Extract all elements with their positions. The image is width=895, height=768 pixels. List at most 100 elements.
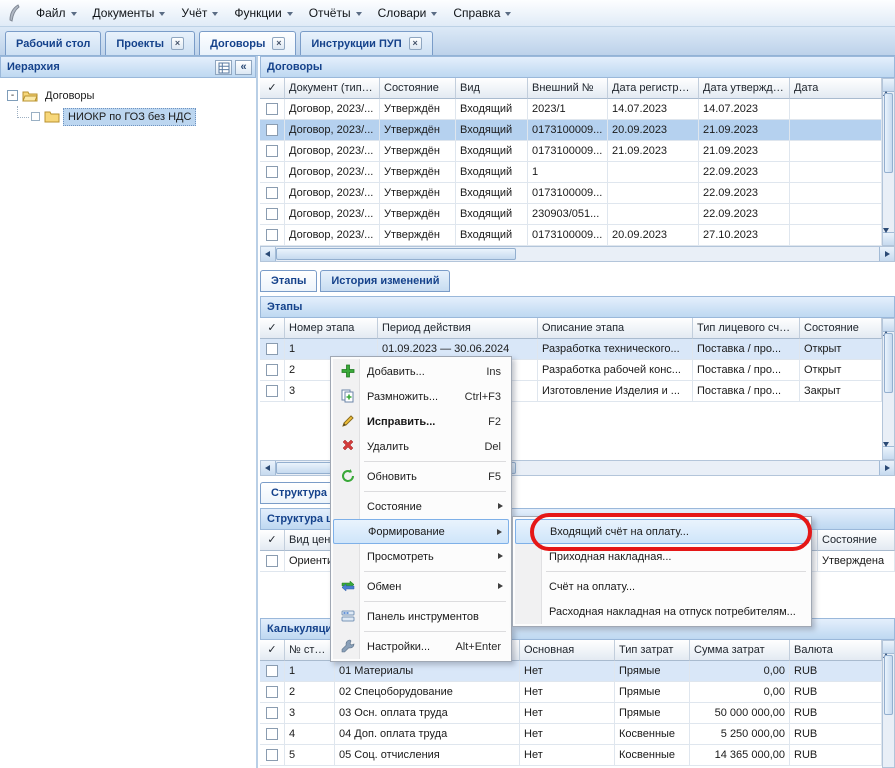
menu-dictionaries[interactable]: Словари bbox=[370, 1, 446, 25]
table-row[interactable]: Договор, 2023/...УтверждёнВходящий230903… bbox=[260, 204, 882, 225]
tab-desktop[interactable]: Рабочий стол bbox=[5, 31, 101, 55]
column-header[interactable]: Состояние bbox=[818, 530, 895, 551]
checkbox[interactable] bbox=[266, 707, 278, 719]
scroll-right-button[interactable] bbox=[879, 247, 894, 261]
close-icon[interactable] bbox=[171, 37, 184, 50]
checkbox[interactable] bbox=[266, 364, 278, 376]
check-column-header[interactable]: ✓ bbox=[260, 530, 285, 551]
column-header[interactable]: Состояние bbox=[800, 318, 882, 339]
menu-item-view[interactable]: Просмотреть bbox=[333, 544, 509, 569]
scrollbar-thumb[interactable] bbox=[884, 655, 893, 715]
scroll-up-button[interactable] bbox=[883, 79, 894, 92]
close-icon[interactable] bbox=[409, 37, 422, 50]
table-row[interactable]: Договор, 2023/...УтверждёнВходящий122.09… bbox=[260, 162, 882, 183]
close-icon[interactable] bbox=[272, 37, 285, 50]
check-column-header[interactable]: ✓ bbox=[260, 78, 285, 99]
column-header[interactable]: Состояние bbox=[380, 78, 456, 99]
menu-functions[interactable]: Функции bbox=[226, 1, 300, 25]
menu-accounting[interactable]: Учёт bbox=[173, 1, 226, 25]
scroll-left-button[interactable] bbox=[261, 247, 276, 261]
column-header[interactable]: Сумма затрат bbox=[690, 640, 790, 661]
menu-item-formation[interactable]: Формирование bbox=[333, 519, 509, 544]
hierarchy-view-button[interactable] bbox=[215, 60, 232, 75]
menu-item-toolbar[interactable]: Панель инструментов bbox=[333, 604, 509, 629]
column-header[interactable]: Вид bbox=[456, 78, 528, 99]
vertical-scrollbar[interactable] bbox=[882, 640, 895, 768]
column-header[interactable]: Дата bbox=[790, 78, 882, 99]
scrollbar-thumb[interactable] bbox=[884, 333, 893, 393]
scroll-down-button[interactable] bbox=[883, 232, 894, 245]
scrollbar-thumb[interactable] bbox=[276, 248, 516, 260]
table-row[interactable]: Договор, 2023/...УтверждёнВходящий017310… bbox=[260, 225, 882, 246]
checkbox[interactable] bbox=[266, 124, 278, 136]
checkbox[interactable] bbox=[266, 145, 278, 157]
column-header[interactable]: Внешний № bbox=[528, 78, 608, 99]
checkbox[interactable] bbox=[266, 187, 278, 199]
column-header[interactable]: Описание этапа bbox=[538, 318, 693, 339]
scroll-down-button[interactable] bbox=[883, 446, 894, 459]
menu-file[interactable]: Файл bbox=[28, 1, 85, 25]
table-row[interactable]: Договор, 2023/...УтверждёнВходящий017310… bbox=[260, 183, 882, 204]
column-header[interactable]: Дата утверждения bbox=[699, 78, 790, 99]
scrollbar-thumb[interactable] bbox=[884, 93, 893, 173]
scroll-left-button[interactable] bbox=[261, 461, 276, 475]
table-row-selected[interactable]: 101 МатериалыНетПрямые0,00RUB bbox=[260, 661, 882, 682]
scrollbar-track[interactable] bbox=[883, 716, 894, 767]
menu-item-duplicate[interactable]: Размножить... Ctrl+F3 bbox=[333, 384, 509, 409]
checkbox[interactable] bbox=[266, 103, 278, 115]
checkbox[interactable] bbox=[266, 555, 278, 567]
table-row[interactable]: 404 Доп. оплата трудаНетКосвенные5 250 0… bbox=[260, 724, 882, 745]
menu-reports[interactable]: Отчёты bbox=[301, 1, 370, 25]
checkbox[interactable] bbox=[266, 665, 278, 677]
column-header[interactable]: № строки bbox=[285, 640, 335, 661]
menu-item-edit[interactable]: Исправить... F2 bbox=[333, 409, 509, 434]
column-header[interactable]: Документ (тип, №... bbox=[285, 78, 380, 99]
vertical-scrollbar[interactable] bbox=[882, 318, 895, 460]
table-row[interactable]: 202 СпецоборудованиеНетПрямые0,00RUB bbox=[260, 682, 882, 703]
submenu-item-dispatch-note[interactable]: Расходная накладная на отпуск потребител… bbox=[515, 599, 809, 624]
expand-collapse-icon[interactable] bbox=[7, 90, 18, 101]
scroll-up-button[interactable] bbox=[883, 641, 894, 654]
table-row[interactable]: Договор, 2023/...УтверждёнВходящий017310… bbox=[260, 141, 882, 162]
tab-change-history[interactable]: История изменений bbox=[320, 270, 450, 292]
checkbox[interactable] bbox=[266, 208, 278, 220]
submenu-item-incoming-invoice[interactable]: Входящий счёт на оплату... bbox=[515, 519, 809, 544]
column-header[interactable]: Тип затрат bbox=[615, 640, 690, 661]
menu-item-exchange[interactable]: Обмен bbox=[333, 574, 509, 599]
scrollbar-track[interactable] bbox=[883, 174, 894, 232]
submenu-item-payment-invoice[interactable]: Счёт на оплату... bbox=[515, 574, 809, 599]
column-header[interactable]: Период действия bbox=[378, 318, 538, 339]
menu-item-add[interactable]: Добавить... Ins bbox=[333, 359, 509, 384]
scroll-up-button[interactable] bbox=[883, 319, 894, 332]
checkbox[interactable] bbox=[266, 343, 278, 355]
scrollbar-track[interactable] bbox=[516, 247, 879, 261]
checkbox[interactable] bbox=[266, 166, 278, 178]
tree-node-child[interactable]: НИОКР по ГОЗ без НДС bbox=[3, 106, 253, 127]
tab-instructions[interactable]: Инструкции ПУП bbox=[300, 31, 432, 55]
column-header[interactable]: Тип лицевого счёта bbox=[693, 318, 800, 339]
menu-documents[interactable]: Документы bbox=[85, 1, 174, 25]
menu-item-refresh[interactable]: Обновить F5 bbox=[333, 464, 509, 489]
tab-stages[interactable]: Этапы bbox=[260, 270, 317, 292]
menu-item-settings[interactable]: Настройки... Alt+Enter bbox=[333, 634, 509, 659]
menu-item-state[interactable]: Состояние bbox=[333, 494, 509, 519]
check-column-header[interactable]: ✓ bbox=[260, 640, 285, 661]
column-header[interactable]: Основная bbox=[520, 640, 615, 661]
table-row[interactable]: 505 Соц. отчисленияНетКосвенные14 365 00… bbox=[260, 745, 882, 766]
table-row-selected[interactable]: Договор, 2023/...УтверждёнВходящий017310… bbox=[260, 120, 882, 141]
checkbox[interactable] bbox=[266, 229, 278, 241]
checkbox[interactable] bbox=[266, 749, 278, 761]
table-row[interactable]: 303 Осн. оплата трудаНетПрямые50 000 000… bbox=[260, 703, 882, 724]
column-header[interactable]: Номер этапа bbox=[285, 318, 378, 339]
tab-projects[interactable]: Проекты bbox=[105, 31, 195, 55]
column-header[interactable]: Дата регистрации bbox=[608, 78, 699, 99]
collapse-panel-button[interactable] bbox=[235, 60, 252, 75]
tab-contracts[interactable]: Договоры bbox=[199, 31, 296, 55]
menu-help[interactable]: Справка bbox=[445, 1, 519, 25]
table-row[interactable]: Договор, 2023/...УтверждёнВходящий2023/1… bbox=[260, 99, 882, 120]
checkbox[interactable] bbox=[266, 686, 278, 698]
horizontal-scrollbar[interactable] bbox=[260, 246, 895, 262]
checkbox[interactable] bbox=[266, 385, 278, 397]
scrollbar-track[interactable] bbox=[516, 461, 879, 475]
scroll-right-button[interactable] bbox=[879, 461, 894, 475]
